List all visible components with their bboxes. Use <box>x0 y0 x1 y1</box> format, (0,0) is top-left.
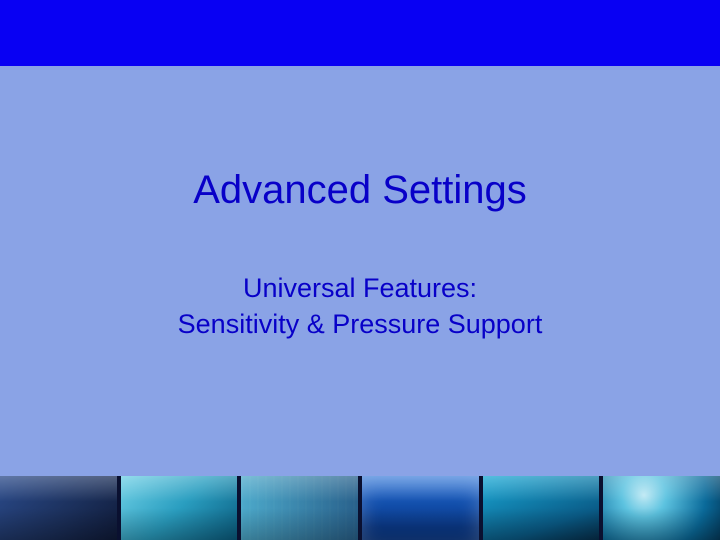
footer-tile <box>603 476 720 540</box>
footer-tile <box>241 476 358 540</box>
slide: Advanced Settings Universal Features: Se… <box>0 0 720 540</box>
slide-title: Advanced Settings <box>0 168 720 213</box>
slide-subtitle: Universal Features: Sensitivity & Pressu… <box>0 270 720 343</box>
footer-strip <box>0 476 720 540</box>
footer-tile <box>121 476 238 540</box>
footer-tile <box>0 476 117 540</box>
footer-tile <box>483 476 600 540</box>
header-bar <box>0 0 720 66</box>
subtitle-line-2: Sensitivity & Pressure Support <box>0 306 720 342</box>
subtitle-line-1: Universal Features: <box>0 270 720 306</box>
footer-tile <box>362 476 479 540</box>
